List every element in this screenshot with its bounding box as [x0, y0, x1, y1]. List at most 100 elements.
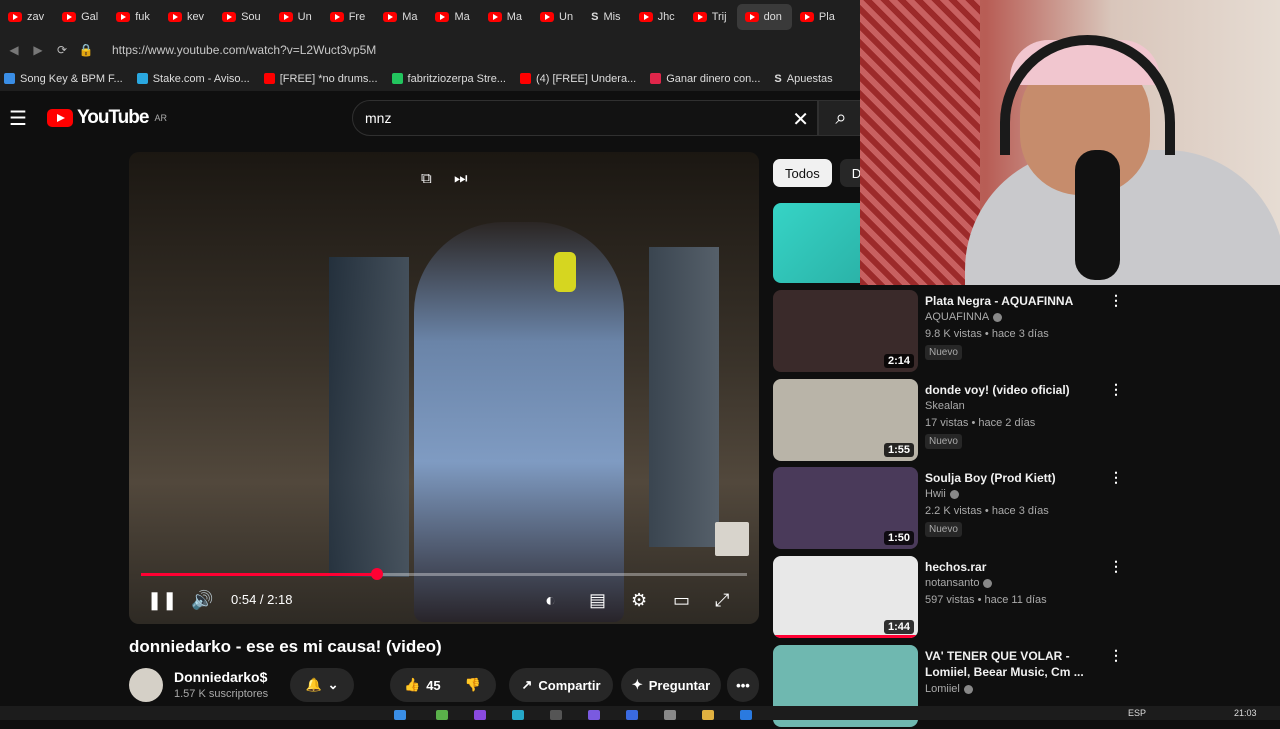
- browser-tab[interactable]: Sou: [214, 4, 271, 30]
- video-player[interactable]: ⧉ ⏭ ❚❚ 🔊 0:54 / 2:18 ◐ ▤ ⚙ ▭ ⤢: [129, 152, 759, 624]
- pause-icon[interactable]: ❚❚: [147, 590, 177, 611]
- browser-tab[interactable]: Trij: [685, 4, 737, 30]
- app-icon[interactable]: [436, 710, 448, 720]
- search-box[interactable]: mnz ✕: [352, 100, 818, 136]
- browser-tab[interactable]: Ma: [427, 4, 479, 30]
- recommendation-item[interactable]: 2:14 Plata Negra - AQUAFINNA AQUAFINNA 9.8 …: [773, 290, 1133, 374]
- forward-icon[interactable]: ▶: [28, 43, 48, 57]
- fullscreen-icon[interactable]: ⤢: [715, 590, 729, 611]
- app-icon[interactable]: [664, 710, 676, 720]
- recommendation-thumbnail[interactable]: 1:44: [773, 556, 918, 638]
- bookmark-item[interactable]: Stake.com - Aviso...: [136, 73, 250, 85]
- bookmark-item[interactable]: S Apuestas: [774, 73, 832, 85]
- video-title: donniedarko - ese es mi causa! (video): [129, 637, 442, 656]
- logo-text: YouTube: [77, 107, 149, 128]
- browser-tab[interactable]: S Mis: [583, 4, 630, 30]
- app-icon[interactable]: [588, 710, 600, 720]
- channel-watermark[interactable]: [715, 522, 749, 556]
- youtube-favicon-icon: [329, 11, 344, 22]
- recommendation-channel[interactable]: Lomiiel: [925, 683, 973, 695]
- clear-search-icon[interactable]: ✕: [792, 107, 809, 132]
- like-count[interactable]: 45: [426, 678, 440, 693]
- chip-todos[interactable]: Todos: [773, 159, 832, 187]
- recommendation-item[interactable]: 1:55 donde voy! (video oficial) Skealan 17 …: [773, 379, 1133, 463]
- recommendation-thumbnail[interactable]: 2:14: [773, 290, 918, 372]
- url-field[interactable]: https://www.youtube.com/watch?v=L2Wuct3v…: [112, 43, 376, 57]
- search-button[interactable]: ⌕: [818, 100, 864, 136]
- recommendation-title[interactable]: VA' TENER QUE VOLAR - Lomiiel, Beear Mus…: [925, 648, 1110, 680]
- app-icon[interactable]: [626, 710, 638, 720]
- progress-scrubber[interactable]: [371, 568, 384, 580]
- browser-tab[interactable]: Pla: [792, 4, 845, 30]
- duration-badge: 2:14: [883, 354, 914, 368]
- back-icon[interactable]: ◀: [4, 43, 24, 57]
- more-options-icon[interactable]: ⋮: [1109, 381, 1123, 398]
- start-icon[interactable]: [394, 710, 406, 720]
- browser-tab[interactable]: Jhc: [631, 4, 685, 30]
- notification-bell-button[interactable]: 🔔 ⌄: [290, 668, 354, 702]
- browser-tab[interactable]: zav: [0, 4, 54, 30]
- app-icon[interactable]: [474, 710, 486, 720]
- browser-tab[interactable]: Un: [271, 4, 322, 30]
- browser-tab[interactable]: kev: [160, 4, 214, 30]
- browser-tab[interactable]: Un: [532, 4, 583, 30]
- browser-tab[interactable]: don: [736, 3, 792, 30]
- miniplayer-icon[interactable]: ⧉: [421, 170, 432, 187]
- browser-tab[interactable]: fuk: [108, 4, 160, 30]
- bookmarks-bar: Song Key & BPM F... Stake.com - Aviso... […: [0, 66, 860, 91]
- recommendation-channel[interactable]: notansanto: [925, 577, 993, 589]
- share-button[interactable]: ↗ Compartir: [509, 668, 613, 702]
- browser-tab[interactable]: Fre: [322, 4, 376, 30]
- menu-icon[interactable]: ☰: [9, 106, 27, 131]
- recommendation-item[interactable]: 1:50 Soulja Boy (Prod Kiett) Hwii 2.2 K vis…: [773, 467, 1133, 551]
- tab-label: don: [763, 10, 782, 23]
- bookmark-item[interactable]: Song Key & BPM F...: [4, 73, 123, 85]
- recommendation-title[interactable]: Soulja Boy (Prod Kiett): [925, 470, 1110, 486]
- subtitles-icon[interactable]: ▤: [589, 590, 606, 611]
- next-icon[interactable]: ⏭: [454, 170, 468, 187]
- clock[interactable]: 21:03: [1234, 708, 1257, 718]
- youtube-logo[interactable]: YouTube AR: [47, 107, 167, 129]
- app-icon[interactable]: [512, 710, 524, 720]
- recommendation-thumbnail[interactable]: [773, 203, 860, 283]
- volume-icon[interactable]: 🔊: [191, 590, 213, 611]
- app-icon[interactable]: [740, 710, 752, 720]
- recommendation-thumbnail[interactable]: 1:55: [773, 379, 918, 461]
- autoplay-toggle-icon[interactable]: ◐: [545, 590, 556, 611]
- browser-tab[interactable]: Ma: [375, 4, 427, 30]
- bookmark-item[interactable]: (4) [FREE] Undera...: [519, 73, 636, 85]
- channel-avatar[interactable]: [129, 668, 163, 702]
- browser-tab[interactable]: Gal: [54, 4, 108, 30]
- theater-mode-icon[interactable]: ▭: [673, 590, 690, 611]
- progress-bar[interactable]: [141, 568, 747, 580]
- more-options-icon[interactable]: ⋮: [1109, 292, 1123, 309]
- folder-icon[interactable]: [702, 710, 714, 720]
- bookmark-item[interactable]: [FREE] *no drums...: [263, 73, 378, 85]
- recommendation-thumbnail[interactable]: 1:50: [773, 467, 918, 549]
- reload-icon[interactable]: ⟳: [52, 43, 72, 57]
- app-icon[interactable]: [550, 710, 562, 720]
- more-actions-button[interactable]: •••: [727, 668, 759, 702]
- recommendation-channel[interactable]: AQUAFINNA: [925, 311, 1003, 323]
- recommendation-title[interactable]: hechos.rar: [925, 559, 1110, 575]
- more-options-icon[interactable]: ⋮: [1109, 558, 1123, 575]
- search-input[interactable]: mnz: [365, 110, 391, 126]
- channel-name[interactable]: Donniedarko$: [174, 669, 267, 685]
- ask-button[interactable]: ✦ Preguntar: [621, 668, 721, 702]
- dislike-icon[interactable]: 👎: [465, 677, 481, 693]
- bell-icon: 🔔: [305, 677, 322, 692]
- recommendation-channel[interactable]: Skealan: [925, 400, 965, 412]
- recommendation-title[interactable]: donde voy! (video oficial): [925, 382, 1110, 398]
- recommendation-item[interactable]: 1:44 hechos.rar notansanto 597 vistas • hac…: [773, 556, 1133, 640]
- recommendation-channel[interactable]: Hwii: [925, 488, 959, 500]
- language-indicator[interactable]: ESP: [1128, 708, 1146, 718]
- recommendation-title[interactable]: Plata Negra - AQUAFINNA: [925, 293, 1110, 309]
- browser-tab[interactable]: Ma: [480, 4, 532, 30]
- more-options-icon[interactable]: ⋮: [1109, 469, 1123, 486]
- bookmark-item[interactable]: Ganar dinero con...: [650, 73, 760, 85]
- microphone: [1075, 150, 1120, 280]
- more-options-icon[interactable]: ⋮: [1109, 647, 1123, 664]
- like-icon[interactable]: 👍: [404, 677, 420, 693]
- settings-icon[interactable]: ⚙: [631, 590, 647, 611]
- bookmark-item[interactable]: fabritziozerpa Stre...: [391, 73, 506, 85]
